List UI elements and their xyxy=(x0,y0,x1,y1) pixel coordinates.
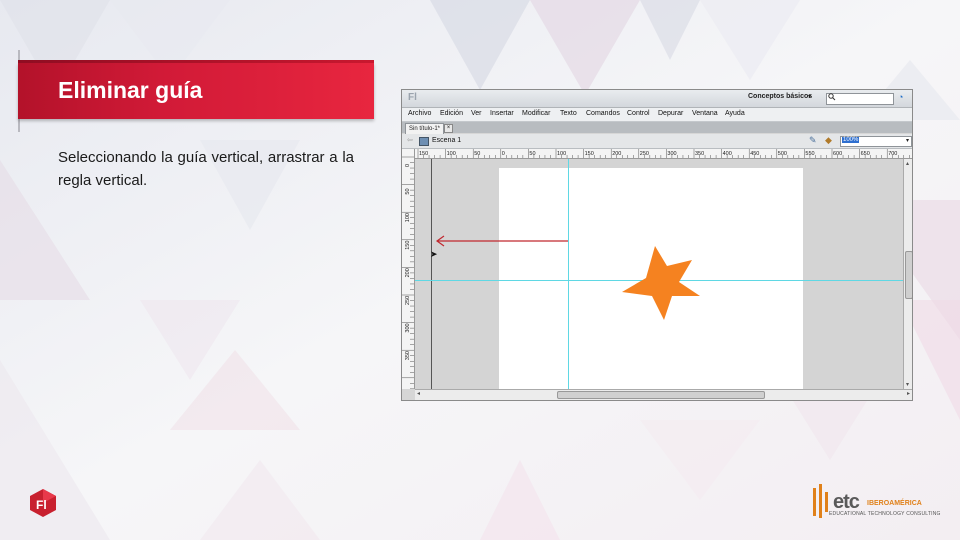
app-titlebar: Fl Conceptos básicos ▾ ◔ xyxy=(402,90,912,108)
menu-control[interactable]: Control xyxy=(627,110,650,117)
vertical-scrollbar[interactable]: ▴ ▾ xyxy=(903,159,912,389)
tab-document[interactable]: Sin título-1* xyxy=(405,123,445,134)
ruler-label: 600 xyxy=(833,151,842,157)
horizontal-scroll-thumb[interactable] xyxy=(557,391,765,399)
vertical-ruler[interactable]: 0 50 100 150 200 250 300 350 xyxy=(402,149,415,389)
vertical-ruler-ticks: 0 50 100 150 200 250 300 350 xyxy=(402,156,414,389)
stage-area[interactable]: ➤ xyxy=(415,159,903,389)
menu-depurar[interactable]: Depurar xyxy=(658,110,683,117)
scroll-left-icon[interactable]: ◂ xyxy=(417,390,420,397)
ruler-label: 50 xyxy=(529,151,535,157)
zoom-value: 100% xyxy=(842,137,860,143)
ruler-label: 300 xyxy=(667,151,676,157)
document-tabbar: Sin título-1* × xyxy=(402,122,912,134)
scene-icon xyxy=(419,137,429,146)
flash-logo: Fl xyxy=(30,489,56,517)
ruler-label: 350 xyxy=(405,351,411,360)
ruler-label: 0 xyxy=(405,164,411,167)
flash-app-screenshot: Fl Conceptos básicos ▾ ◔ Archivo Edición… xyxy=(401,89,913,401)
ruler-label: 700 xyxy=(888,151,897,157)
creative-suite-icon[interactable]: ◔ xyxy=(898,92,903,102)
menu-ayuda[interactable]: Ayuda xyxy=(725,110,745,117)
menu-insertar[interactable]: Insertar xyxy=(490,110,514,117)
ruler-label: 100 xyxy=(405,213,411,222)
ruler-label: 550 xyxy=(805,151,814,157)
zoom-select[interactable]: 100% ▾ xyxy=(840,136,912,147)
menu-modificar[interactable]: Modificar xyxy=(522,110,550,117)
chevron-down-icon: ▾ xyxy=(905,138,909,144)
scroll-up-icon[interactable]: ▴ xyxy=(906,160,909,167)
menubar: Archivo Edición Ver Insertar Modificar T… xyxy=(402,108,912,122)
flash-logo-text: Fl xyxy=(36,498,47,512)
close-icon[interactable]: × xyxy=(444,124,453,133)
ruler-label: 500 xyxy=(778,151,787,157)
title-banner: Eliminar guía xyxy=(18,60,374,119)
ruler-label: 350 xyxy=(695,151,704,157)
ruler-label: 150 xyxy=(405,241,411,250)
chevron-down-icon[interactable]: ▾ xyxy=(808,93,811,100)
ruler-label: 250 xyxy=(405,296,411,305)
ruler-label: 50 xyxy=(405,188,411,194)
ruler-label: 50 xyxy=(474,151,480,157)
edit-symbols-icon[interactable]: ✎ xyxy=(809,135,817,146)
menu-comandos[interactable]: Comandos xyxy=(586,110,620,117)
menu-texto[interactable]: Texto xyxy=(560,110,577,117)
scroll-down-icon[interactable]: ▾ xyxy=(906,381,909,388)
scroll-right-icon[interactable]: ▸ xyxy=(907,390,910,397)
etc-brand-tagline: EDUCATIONAL TECHNOLOGY CONSULTING xyxy=(829,511,941,517)
edit-scene-icon[interactable]: ◆ xyxy=(825,135,832,146)
stage-left-edge-line xyxy=(431,159,432,389)
back-arrow-icon[interactable]: ⇦ xyxy=(407,136,413,144)
menu-archivo[interactable]: Archivo xyxy=(408,110,431,117)
ruler-label: 150 xyxy=(585,151,594,157)
horizontal-ruler-ticks: 150 100 50 0 50 100 150 200 250 300 350 400 450 500 55… xyxy=(417,149,910,158)
scene-label[interactable]: Escena 1 xyxy=(432,137,461,144)
mouse-cursor-icon: ➤ xyxy=(430,249,438,259)
horizontal-scrollbar[interactable]: ◂ ▸ xyxy=(415,389,912,400)
menu-ver[interactable]: Ver xyxy=(471,110,482,117)
ruler-label: 200 xyxy=(612,151,621,157)
slide-body-text: Seleccionando la guía vertical, arrastra… xyxy=(58,149,354,189)
menu-edicion[interactable]: Edición xyxy=(440,110,463,117)
red-arrow-annotation xyxy=(435,235,568,247)
ruler-label: 200 xyxy=(405,268,411,277)
ruler-label: 100 xyxy=(557,151,566,157)
star-shape[interactable] xyxy=(622,246,702,322)
slide-title: Eliminar guía xyxy=(58,77,203,103)
ruler-label: 150 xyxy=(419,151,428,157)
tab-document-label: Sin título-1* xyxy=(409,126,441,132)
ruler-label: 0 xyxy=(502,151,505,157)
vertical-scroll-thumb[interactable] xyxy=(905,251,912,299)
ruler-label: 300 xyxy=(405,323,411,332)
ruler-label: 450 xyxy=(750,151,759,157)
search-input[interactable] xyxy=(826,93,894,105)
ruler-label: 400 xyxy=(723,151,732,157)
workspace-selector[interactable]: Conceptos básicos xyxy=(748,93,812,100)
etc-brand-sub: IBEROAMÉRICA xyxy=(867,500,922,507)
horizontal-ruler[interactable]: 150 100 50 0 50 100 150 200 250 300 350 400 450 500 55… xyxy=(414,149,912,159)
search-icon xyxy=(828,93,836,103)
ruler-label: 650 xyxy=(861,151,870,157)
edit-bar: ⇦ Escena 1 ✎ ◆ 100% ▾ xyxy=(402,134,912,149)
ruler-label: 250 xyxy=(640,151,649,157)
ruler-label: 100 xyxy=(447,151,456,157)
menu-ventana[interactable]: Ventana xyxy=(692,110,718,117)
vertical-guide[interactable] xyxy=(568,159,569,389)
flash-app-logo: Fl xyxy=(408,92,417,103)
